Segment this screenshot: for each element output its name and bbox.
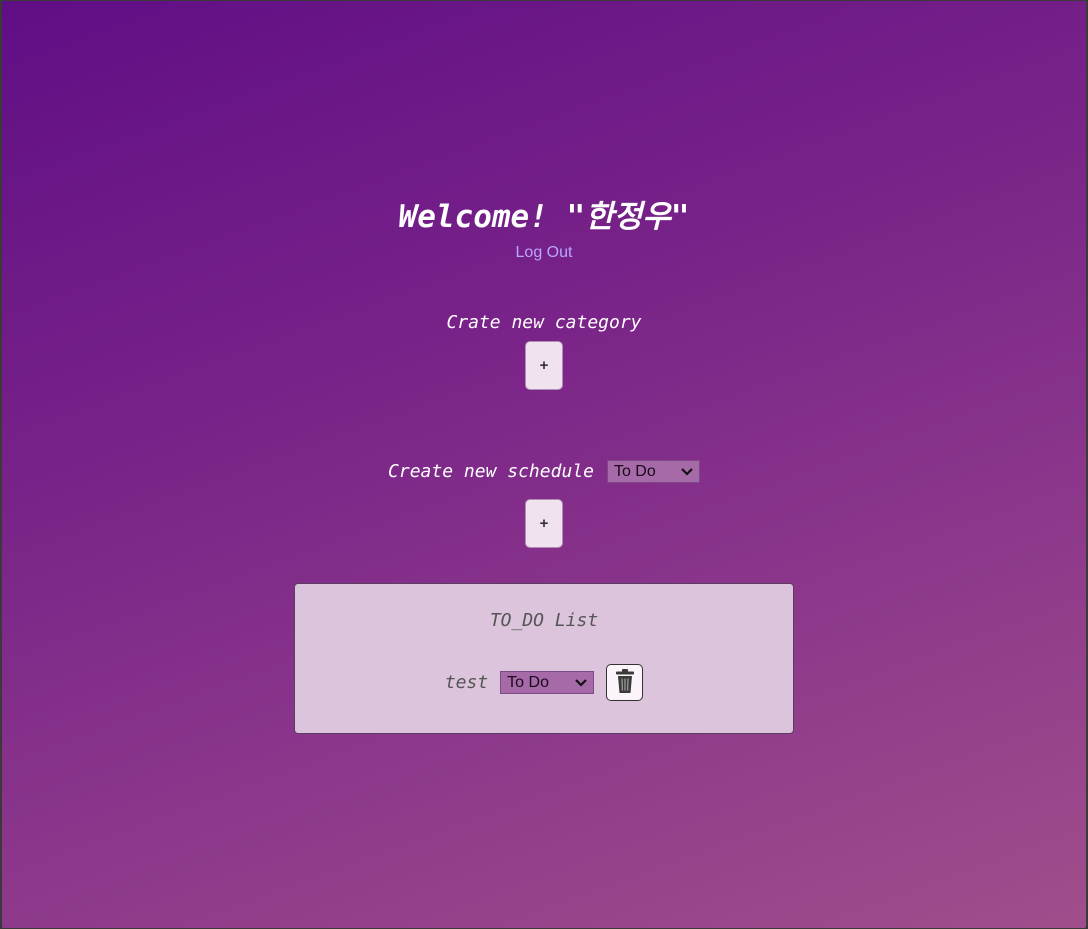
welcome-heading: Welcome! "한정우" — [398, 199, 690, 235]
logout-link[interactable]: Log Out — [516, 244, 573, 261]
app-window: Welcome! "한정우" Log Out Crate new categor… — [2, 1, 1086, 928]
add-category-button[interactable]: + — [525, 341, 563, 390]
create-schedule-label: Create new schedule — [388, 461, 594, 482]
delete-item-button[interactable] — [606, 664, 644, 701]
list-item-status-value: To Do — [507, 673, 549, 691]
list-item: test To Do — [295, 664, 793, 701]
chevron-down-icon — [681, 465, 693, 479]
todo-list-title: TO_DO List — [489, 610, 599, 631]
schedule-category-select[interactable]: To Do — [606, 460, 700, 483]
list-item-name: test — [444, 672, 489, 693]
add-schedule-button[interactable]: + — [525, 499, 563, 548]
create-schedule-row: Create new schedule To Do — [2, 460, 1086, 483]
chevron-down-icon — [575, 676, 587, 690]
trash-icon — [615, 668, 635, 698]
create-category-label: Crate new category — [446, 312, 642, 333]
schedule-category-value: To Do — [613, 462, 656, 480]
todo-list-panel: TO_DO List test To Do — [294, 583, 794, 734]
list-item-status-select[interactable]: To Do — [500, 671, 595, 694]
logout-wrapper: Log Out — [2, 242, 1086, 262]
